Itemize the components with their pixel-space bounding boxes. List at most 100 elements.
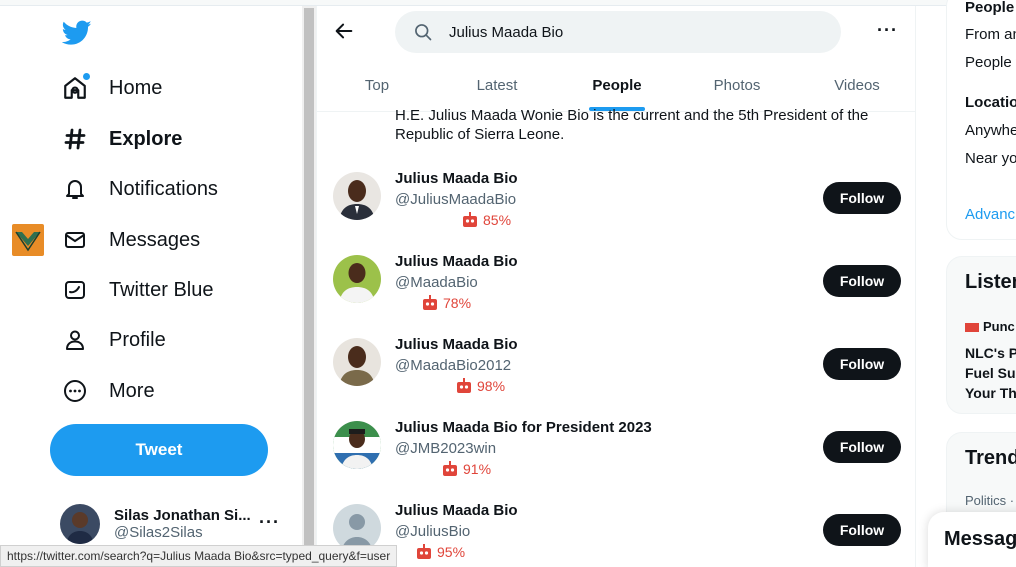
scrollbar-thumb[interactable] xyxy=(304,8,314,548)
messages-drawer[interactable]: Messag xyxy=(928,512,1016,567)
nav-home-label: Home xyxy=(109,76,163,99)
listen-card: Listen Punc NLC's P Fuel Su Your Th xyxy=(946,256,1016,414)
hashtag-icon xyxy=(62,126,88,152)
user-bio: H.E. Julius Maada Wonie Bio is the curre… xyxy=(395,107,869,143)
robot-icon xyxy=(443,461,457,476)
nav-twitter-blue-label: Twitter Blue xyxy=(109,278,214,301)
nav-profile-label: Profile xyxy=(109,328,166,351)
avatar xyxy=(333,255,381,303)
nav-home[interactable]: Home xyxy=(50,66,178,110)
nav-more[interactable]: More xyxy=(50,369,171,413)
trend-category: Politics · xyxy=(965,493,1015,508)
filter-anywhere[interactable]: Anywhe xyxy=(965,122,1016,139)
bot-score-value: 95% xyxy=(437,544,466,560)
account-avatar xyxy=(60,504,100,544)
list-item[interactable]: Julius Maada Bio @MaadaBio2012 98% Follo… xyxy=(317,332,915,412)
avatar xyxy=(333,338,381,386)
nav-notifications-label: Notifications xyxy=(109,177,218,200)
robot-icon xyxy=(423,295,437,310)
tab-videos[interactable]: Videos xyxy=(797,62,915,111)
home-icon xyxy=(62,73,90,101)
right-sidebar: People From an People y Locatio Anywhe N… xyxy=(946,0,1016,567)
person-icon xyxy=(62,327,88,353)
search-filters-card: People From an People y Locatio Anywhe N… xyxy=(946,0,1016,240)
filter-near-you[interactable]: Near yo xyxy=(965,150,1016,167)
space-headline-line-3[interactable]: Your Th xyxy=(965,385,1016,401)
status-bar-url: https://twitter.com/search?q=Julius Maad… xyxy=(0,545,398,567)
follow-button[interactable]: Follow xyxy=(823,431,901,463)
account-more-icon[interactable]: ··· xyxy=(259,512,280,533)
search-more-icon[interactable]: ··· xyxy=(877,20,898,41)
messages-drawer-title: Messag xyxy=(944,528,1016,550)
nav-explore-label: Explore xyxy=(109,127,183,150)
person-handle[interactable]: @MaadaBio xyxy=(395,274,478,291)
filter-people-you-follow[interactable]: People y xyxy=(965,54,1016,71)
person-name[interactable]: Julius Maada Bio xyxy=(395,336,518,353)
robot-icon xyxy=(463,212,477,227)
extension-icon[interactable] xyxy=(12,224,44,256)
bot-score: 85% xyxy=(461,212,511,228)
list-item[interactable]: Julius Maada Bio @MaadaBio 78% Follow xyxy=(317,249,915,329)
person-name[interactable]: Julius Maada Bio xyxy=(395,170,518,187)
scrollbar[interactable] xyxy=(302,6,316,567)
filter-from-anyone[interactable]: From an xyxy=(965,26,1016,43)
person-name[interactable]: Julius Maada Bio xyxy=(395,253,518,270)
envelope-icon xyxy=(62,227,88,253)
trends-title: Trend xyxy=(965,447,1016,469)
advanced-search-link[interactable]: Advanc xyxy=(965,206,1015,223)
nav-explore[interactable]: Explore xyxy=(50,117,198,161)
listen-title: Listen xyxy=(965,271,1016,293)
robot-icon xyxy=(417,544,431,559)
account-name: Silas Jonathan Si... xyxy=(114,507,251,524)
nav-more-label: More xyxy=(109,379,155,402)
bot-score-value: 98% xyxy=(477,378,506,394)
nav-profile[interactable]: Profile xyxy=(50,318,182,362)
space-host[interactable]: Punc xyxy=(965,319,1015,334)
space-host-label: Punc xyxy=(983,319,1015,334)
list-item[interactable]: Julius Maada Bio for President 2023 @JMB… xyxy=(317,415,915,495)
follow-button[interactable]: Follow xyxy=(823,265,901,297)
search-icon xyxy=(415,24,432,41)
bot-score-value: 78% xyxy=(443,295,472,311)
list-item[interactable]: Julius Maada Bio @JuliusBio 95% Follow xyxy=(317,498,915,567)
bot-score: 91% xyxy=(441,461,491,477)
tweet-button[interactable]: Tweet xyxy=(50,424,268,476)
bot-score: 98% xyxy=(455,378,505,394)
person-handle[interactable]: @JMB2023win xyxy=(395,440,496,457)
page-root: Home Explore Notifications Messages Twit xyxy=(0,0,1016,567)
nav-messages[interactable]: Messages xyxy=(50,218,216,262)
tab-top[interactable]: Top xyxy=(317,62,437,111)
person-name[interactable]: Julius Maada Bio xyxy=(395,502,518,519)
back-arrow-icon[interactable] xyxy=(333,20,355,42)
avatar xyxy=(333,172,381,220)
person-handle[interactable]: @JuliusBio xyxy=(395,523,470,540)
search-input[interactable] xyxy=(449,23,829,41)
left-sidebar: Home Explore Notifications Messages Twit xyxy=(0,6,300,567)
twitter-logo-icon[interactable] xyxy=(62,20,92,46)
search-tabs: Top Latest People Photos Videos xyxy=(317,62,915,112)
punch-logo-icon xyxy=(965,323,979,333)
bell-icon xyxy=(62,176,88,202)
account-switcher[interactable]: Silas Jonathan Si... @Silas2Silas ··· xyxy=(60,502,290,546)
person-handle[interactable]: @MaadaBio2012 xyxy=(395,357,511,374)
bot-score: 78% xyxy=(421,295,471,311)
space-headline-line-1[interactable]: NLC's P xyxy=(965,345,1016,361)
filter-location-title: Locatio xyxy=(965,94,1016,111)
person-name[interactable]: Julius Maada Bio for President 2023 xyxy=(395,419,652,436)
nav-twitter-blue[interactable]: Twitter Blue xyxy=(50,268,229,312)
follow-button[interactable]: Follow xyxy=(823,348,901,380)
bot-score-value: 85% xyxy=(483,212,512,228)
search-box[interactable] xyxy=(395,11,841,53)
account-handle: @Silas2Silas xyxy=(114,524,203,541)
follow-button[interactable]: Follow xyxy=(823,514,901,546)
main-column: ··· Top Latest People Photos Videos H.E.… xyxy=(316,6,916,567)
tab-photos[interactable]: Photos xyxy=(677,62,797,111)
nav-notifications[interactable]: Notifications xyxy=(50,167,234,211)
space-headline-line-2[interactable]: Fuel Su xyxy=(965,365,1016,381)
nav-messages-label: Messages xyxy=(109,228,201,251)
list-item[interactable]: Julius Maada Bio @JuliusMaadaBio 85% Fol… xyxy=(317,166,915,246)
tab-people[interactable]: People xyxy=(557,62,677,111)
follow-button[interactable]: Follow xyxy=(823,182,901,214)
person-handle[interactable]: @JuliusMaadaBio xyxy=(395,191,516,208)
tab-latest[interactable]: Latest xyxy=(437,62,557,111)
